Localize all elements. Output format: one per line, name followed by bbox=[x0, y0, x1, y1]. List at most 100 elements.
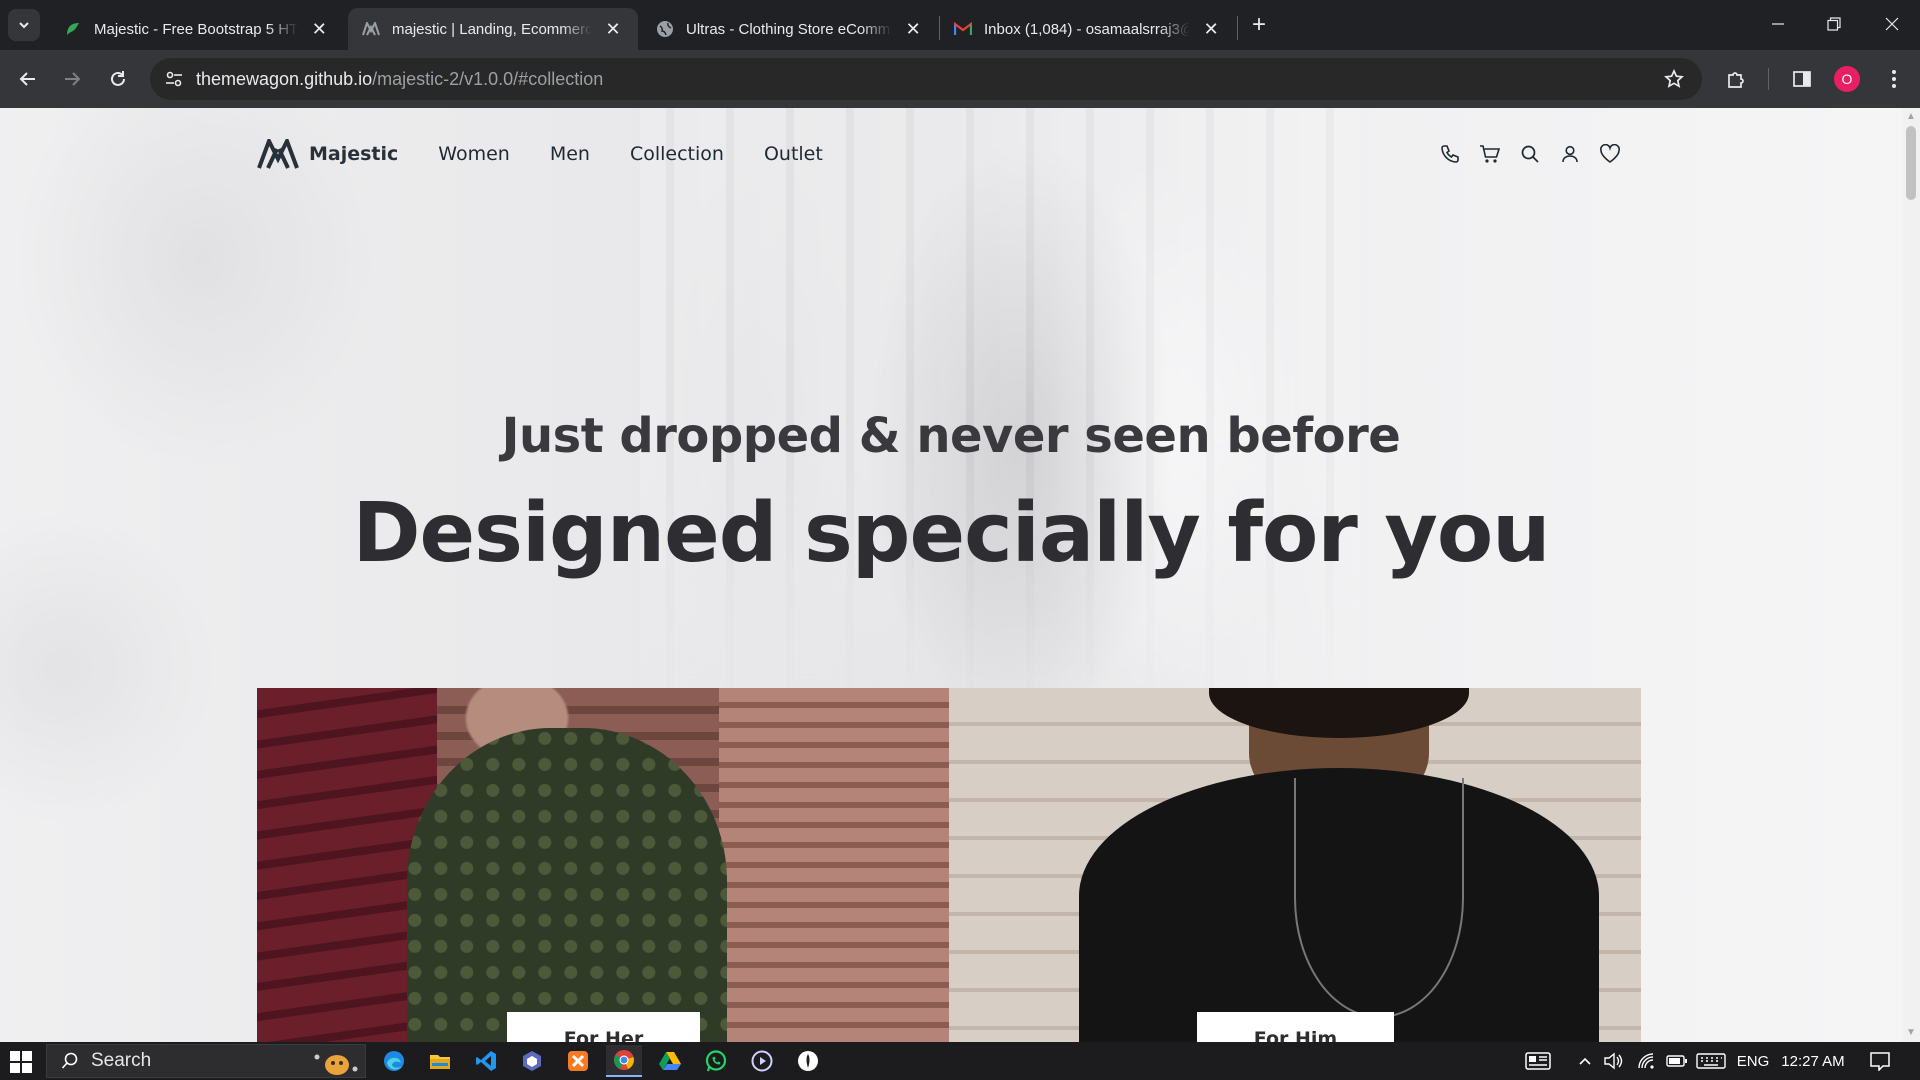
cart-icon[interactable] bbox=[1478, 142, 1502, 166]
extensions-button[interactable] bbox=[1720, 63, 1752, 95]
search-highlight-illustration-icon bbox=[314, 1054, 358, 1075]
gmail-icon bbox=[954, 20, 972, 38]
address-bar[interactable]: themewagon.github.io/majestic-2/v1.0.0/#… bbox=[150, 58, 1702, 100]
nav-link-outlet[interactable]: Outlet bbox=[764, 143, 823, 165]
close-tab-icon[interactable]: ✕ bbox=[604, 20, 622, 38]
chevron-up-icon[interactable] bbox=[1574, 1042, 1596, 1080]
browser-menu-button[interactable] bbox=[1878, 63, 1910, 95]
tab-title: Ultras - Clothing Store eCommerce bbox=[686, 20, 892, 38]
heart-icon[interactable] bbox=[1598, 142, 1622, 166]
taskbar-search-label: Search bbox=[91, 1050, 152, 1071]
card-image-woman bbox=[407, 728, 727, 1042]
app-dark-icon[interactable] bbox=[790, 1045, 826, 1077]
main-navigation: Majestic Women Men Collection Outlet bbox=[257, 136, 863, 172]
profile-avatar[interactable]: O bbox=[1834, 66, 1860, 92]
tab-majestic-landing[interactable]: majestic | Landing, Ecommerce ✕ bbox=[348, 8, 638, 50]
chevron-down-icon bbox=[19, 22, 29, 29]
browser-toolbar: themewagon.github.io/majestic-2/v1.0.0/#… bbox=[0, 50, 1920, 108]
toolbar-divider bbox=[1768, 68, 1769, 90]
close-icon bbox=[1885, 17, 1899, 31]
close-tab-icon[interactable]: ✕ bbox=[310, 20, 328, 38]
nav-link-men[interactable]: Men bbox=[550, 143, 590, 165]
more-vert-icon bbox=[1892, 70, 1896, 88]
scroll-down-arrow-icon[interactable]: ▼ bbox=[1906, 1028, 1916, 1038]
tab-majestic-free[interactable]: Majestic - Free Bootstrap 5 HTML ✕ bbox=[50, 8, 342, 50]
scroll-up-arrow-icon[interactable]: ▲ bbox=[1906, 112, 1916, 122]
scrollbar-thumb[interactable] bbox=[1906, 126, 1916, 200]
bookmark-star-icon[interactable] bbox=[1662, 67, 1686, 91]
close-tab-icon[interactable]: ✕ bbox=[904, 20, 922, 38]
tab-title: majestic | Landing, Ecommerce bbox=[392, 20, 592, 38]
reload-icon bbox=[111, 71, 125, 86]
card-label-for-her[interactable]: For Her bbox=[507, 1012, 700, 1042]
tab-title: Inbox (1,084) - osamaalsrraj3@g bbox=[984, 20, 1191, 38]
whatsapp-icon[interactable] bbox=[698, 1045, 734, 1077]
user-icon[interactable] bbox=[1558, 142, 1582, 166]
arrow-left-icon bbox=[19, 72, 35, 86]
brand-name: Majestic bbox=[309, 143, 399, 165]
phone-icon[interactable] bbox=[1438, 142, 1462, 166]
search-icon bbox=[61, 1052, 78, 1069]
forward-button[interactable] bbox=[56, 63, 88, 95]
nav-link-women[interactable]: Women bbox=[438, 143, 510, 165]
side-panel-icon bbox=[1793, 71, 1811, 87]
edge-icon[interactable] bbox=[376, 1045, 412, 1077]
media-player-icon[interactable] bbox=[744, 1045, 780, 1077]
vscode-icon[interactable] bbox=[468, 1045, 504, 1077]
taskbar-search-box[interactable]: Search bbox=[46, 1044, 366, 1078]
notifications-icon[interactable] bbox=[1862, 1042, 1898, 1080]
clock[interactable]: 12:27 AM bbox=[1778, 1042, 1848, 1080]
xampp-icon[interactable] bbox=[560, 1045, 596, 1077]
minimize-icon bbox=[1772, 23, 1784, 25]
majestic-logo-icon bbox=[362, 20, 380, 38]
url-text[interactable]: themewagon.github.io/majestic-2/v1.0.0/#… bbox=[196, 69, 603, 90]
close-tab-icon[interactable]: ✕ bbox=[1202, 20, 1220, 38]
language-indicator[interactable]: ENG bbox=[1734, 1042, 1772, 1080]
nav-icon-group bbox=[1438, 142, 1638, 166]
card-image-beard bbox=[1209, 688, 1469, 738]
majestic-logo-icon bbox=[257, 139, 299, 169]
tab-title: Majestic - Free Bootstrap 5 HTML bbox=[94, 20, 299, 38]
hero-title: Designed specially for you bbox=[352, 486, 1550, 581]
tab-gmail-inbox[interactable]: Inbox (1,084) - osamaalsrraj3@g ✕ bbox=[940, 8, 1234, 50]
tab-strip: Majestic - Free Bootstrap 5 HTML ✕ majes… bbox=[0, 0, 1920, 50]
file-explorer-icon[interactable] bbox=[422, 1045, 458, 1077]
restore-icon bbox=[1827, 17, 1841, 31]
card-label-for-him[interactable]: For Him bbox=[1197, 1012, 1394, 1042]
tab-search-button[interactable] bbox=[8, 9, 40, 41]
page-viewport: Majestic Women Men Collection Outlet Jus… bbox=[0, 108, 1902, 1042]
close-window-button[interactable] bbox=[1864, 0, 1920, 48]
restore-button[interactable] bbox=[1806, 0, 1862, 48]
keyboard-icon[interactable] bbox=[1694, 1042, 1728, 1080]
url-host: themewagon.github.io bbox=[196, 69, 373, 89]
collection-card-her[interactable]: For Her bbox=[257, 688, 949, 1042]
windows-taskbar: Search ENG 12:27 AM bbox=[0, 1042, 1920, 1080]
tab-ultras[interactable]: Ultras - Clothing Store eCommerce ✕ bbox=[642, 8, 936, 50]
google-drive-icon[interactable] bbox=[652, 1045, 688, 1077]
nav-link-collection[interactable]: Collection bbox=[630, 143, 724, 165]
windows-start-icon[interactable] bbox=[10, 1051, 32, 1073]
new-tab-button[interactable]: + bbox=[1245, 12, 1273, 40]
volume-icon[interactable] bbox=[1600, 1042, 1626, 1080]
chrome-icon[interactable] bbox=[606, 1045, 642, 1077]
side-panel-button[interactable] bbox=[1786, 63, 1818, 95]
reload-button[interactable] bbox=[102, 63, 134, 95]
tab-separator bbox=[1237, 16, 1238, 40]
url-path: /majestic-2/v1.0.0/#collection bbox=[372, 69, 604, 89]
back-button[interactable] bbox=[12, 63, 44, 95]
battery-icon[interactable] bbox=[1664, 1042, 1690, 1080]
search-icon[interactable] bbox=[1518, 142, 1542, 166]
hero-subtitle: Just dropped & never seen before bbox=[501, 408, 1401, 464]
minimize-button[interactable] bbox=[1750, 0, 1806, 48]
page-scrollbar[interactable]: ▲ ▼ bbox=[1902, 108, 1920, 1042]
brand-link[interactable]: Majestic bbox=[257, 139, 398, 169]
globe-icon bbox=[656, 20, 674, 38]
collection-card-him[interactable]: For Him bbox=[949, 688, 1641, 1042]
site-info-icon[interactable] bbox=[162, 67, 186, 91]
wifi-icon[interactable] bbox=[1634, 1042, 1660, 1080]
majestic-green-icon bbox=[64, 20, 82, 38]
card-image-door bbox=[719, 688, 949, 1042]
card-image-necklace bbox=[1294, 778, 1464, 1018]
app-cube-icon[interactable] bbox=[514, 1045, 550, 1077]
news-widget-icon[interactable] bbox=[1520, 1042, 1556, 1080]
